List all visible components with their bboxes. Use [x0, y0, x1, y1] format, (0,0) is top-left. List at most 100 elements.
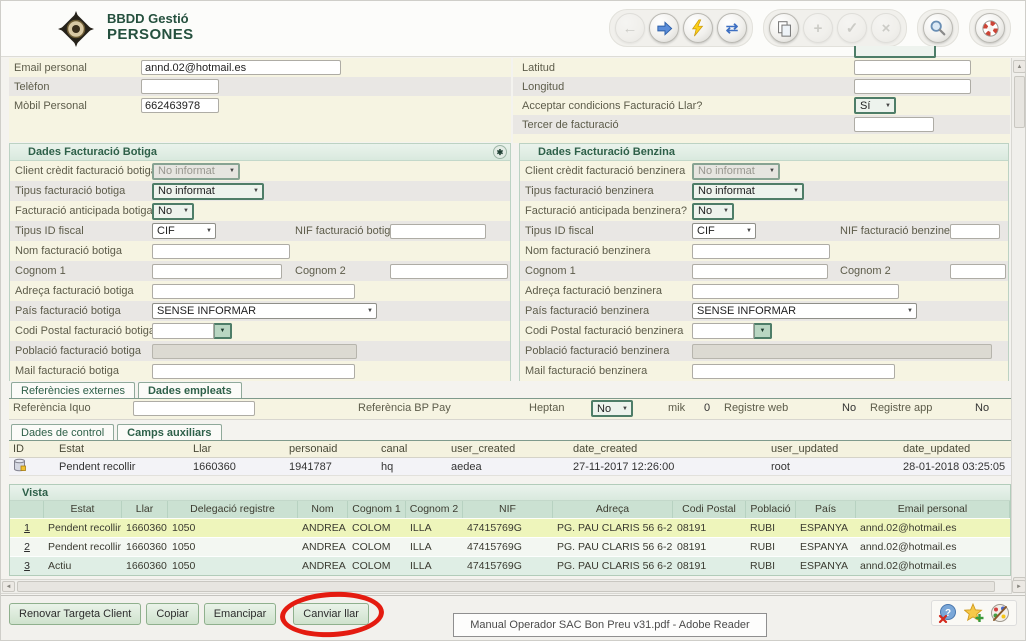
tercer-input[interactable] — [854, 117, 934, 132]
app-title-line1: BBDD Gestió — [107, 11, 189, 26]
referencia-bp-pay-label: Referència BP Pay — [358, 402, 451, 414]
transfer-button[interactable]: ⇄ — [717, 13, 747, 43]
nif-input[interactable] — [390, 224, 486, 239]
row-number-link[interactable]: 1 — [10, 522, 44, 534]
scroll-left-icon[interactable]: ◄ — [2, 581, 15, 592]
help-button[interactable] — [975, 13, 1005, 43]
search-button[interactable] — [923, 13, 953, 43]
tipus-facturacio-label: Tipus facturació benzinera — [525, 185, 654, 197]
adreca-input[interactable] — [692, 284, 899, 299]
tipus-id-select[interactable]: CIF — [692, 223, 756, 239]
favorite-add-icon[interactable] — [964, 603, 984, 623]
email-input[interactable] — [141, 60, 341, 75]
codi-postal-input[interactable] — [692, 323, 754, 339]
cognom2-label: Cognom 2 — [840, 265, 891, 277]
adreca-input[interactable] — [152, 284, 355, 299]
mail-input[interactable] — [692, 364, 895, 379]
vista-row-2[interactable]: 2 Pendent recollir1660360 1050ANDREA COL… — [10, 537, 1010, 556]
life-ring-icon — [981, 19, 1000, 38]
codi-postal-combo[interactable]: ▼ — [692, 323, 772, 339]
nav-first-icon: ← — [623, 20, 638, 37]
horizontal-scroll-thumb[interactable] — [17, 581, 995, 592]
field-row: Adreça facturació botiga — [10, 281, 510, 301]
heptan-select[interactable]: No — [591, 400, 633, 417]
pais-select[interactable]: SENSE INFORMAR — [152, 303, 377, 319]
referencia-iquo-input[interactable] — [133, 401, 255, 416]
adreca-label: Adreça facturació botiga — [15, 285, 134, 297]
col-llar: Llar — [122, 501, 168, 518]
vista-row-3[interactable]: 3 Actiu1660360 1050ANDREA COLOMILLA 4741… — [10, 556, 1010, 575]
canviar-llar-button[interactable]: Canviar llar — [293, 603, 369, 625]
tipus-id-label: Tipus ID fiscal — [15, 225, 84, 237]
cognom2-input[interactable] — [950, 264, 1006, 279]
horizontal-scrollbar[interactable]: ◄ — [1, 579, 1011, 594]
pais-select[interactable]: SENSE INFORMAR — [692, 303, 917, 319]
quick-edit-button[interactable] — [683, 13, 713, 43]
tipus-id-select[interactable]: CIF — [152, 223, 216, 239]
section-facturacio-benzina: Dades Facturació Benzina Client crèdit f… — [519, 143, 1009, 381]
vertical-scroll-thumb[interactable] — [1014, 76, 1025, 128]
mobil-input[interactable] — [141, 98, 219, 113]
field-row: País facturació benzinera SENSE INFORMAR — [520, 301, 1008, 321]
collapse-section-icon[interactable]: ✱ — [493, 145, 507, 159]
control-table-header: ID Estat Llar personaid canal user_creat… — [9, 441, 1011, 458]
cognom1-input[interactable] — [152, 264, 282, 279]
anticipada-label: Facturació anticipada benzinera? — [525, 205, 687, 217]
nif-input[interactable] — [950, 224, 1000, 239]
emancipar-button[interactable]: Emancipar — [204, 603, 277, 625]
scroll-right-icon[interactable]: ► — [1012, 580, 1026, 593]
row-number-link[interactable]: 2 — [10, 541, 44, 553]
vista-row-1[interactable]: 1 Pendent recollir1660360 1050ANDREA COL… — [10, 518, 1010, 537]
palette-icon[interactable] — [990, 603, 1010, 623]
nav-next-button[interactable] — [649, 13, 679, 43]
tab-referencies-externes[interactable]: Referències externes — [11, 382, 135, 398]
cognom1-input[interactable] — [692, 264, 828, 279]
control-tabbar: Dades de control Camps auxiliars — [9, 423, 1011, 441]
mail-input[interactable] — [152, 364, 355, 379]
cognom1-label: Cognom 1 — [525, 265, 576, 277]
nom-input[interactable] — [692, 244, 830, 259]
tab-dades-de-control[interactable]: Dades de control — [11, 424, 114, 440]
registre-app-value: No — [975, 402, 989, 414]
vista-table: Vista Estat Llar Delegació registre Nom … — [9, 484, 1011, 576]
acceptar-select[interactable]: Sí — [854, 97, 896, 114]
control-block: Dades de control Camps auxiliars ID Esta… — [9, 423, 1011, 476]
tab-camps-auxiliars[interactable]: Camps auxiliars — [117, 424, 221, 440]
nom-input[interactable] — [152, 244, 290, 259]
col-adreca: Adreça — [553, 501, 673, 518]
acceptar-label: Acceptar condicions Facturació Llar? — [513, 100, 702, 112]
poblacio-input — [152, 344, 357, 359]
help-unavailable-icon[interactable]: ? — [938, 603, 958, 623]
tipus-facturacio-select[interactable]: No informat — [692, 183, 804, 200]
filler-row — [9, 115, 511, 142]
row-number-link[interactable]: 3 — [10, 560, 44, 572]
tipus-facturacio-select[interactable]: No informat — [152, 183, 264, 200]
col-codi-postal: Codi Postal — [673, 501, 746, 518]
cognom2-input[interactable] — [390, 264, 508, 279]
codi-postal-combo[interactable]: ▼ — [152, 323, 232, 339]
longitud-input[interactable] — [854, 79, 971, 94]
copiar-button[interactable]: Copiar — [146, 603, 198, 625]
col-cognom2: Cognom 2 — [406, 501, 463, 518]
partial-dropdown[interactable] — [854, 46, 936, 58]
toolbar-help-group — [969, 9, 1011, 47]
scroll-up-icon[interactable]: ▲ — [1013, 60, 1026, 73]
anticipada-select[interactable]: No — [152, 203, 194, 220]
copy-record-button[interactable] — [769, 13, 799, 43]
pais-label: País facturació botiga — [15, 305, 121, 317]
combo-dropdown-icon[interactable]: ▼ — [754, 323, 772, 339]
renovar-targeta-client-button[interactable]: Renovar Targeta Client — [9, 603, 141, 625]
control-table-row[interactable]: Pendent recollir 1660360 1941787 hq aede… — [9, 458, 1011, 476]
combo-dropdown-icon[interactable]: ▼ — [214, 323, 232, 339]
poblacio-label: Població facturació botiga — [15, 345, 141, 357]
latitud-input[interactable] — [854, 60, 971, 75]
taskbar-window-title[interactable]: Manual Operador SAC Bon Preu v31.pdf - A… — [453, 613, 767, 637]
codi-postal-input[interactable] — [152, 323, 214, 339]
tab-dades-empleats[interactable]: Dades empleats — [138, 382, 242, 398]
field-row: Adreça facturació benzinera — [520, 281, 1008, 301]
vertical-scrollbar[interactable]: ▲ ▼ — [1011, 58, 1026, 594]
anticipada-select[interactable]: No — [692, 203, 734, 220]
telefon-input[interactable] — [141, 79, 219, 94]
field-row: Mail facturació botiga — [10, 361, 510, 381]
nom-label: Nom facturació benzinera — [525, 245, 650, 257]
